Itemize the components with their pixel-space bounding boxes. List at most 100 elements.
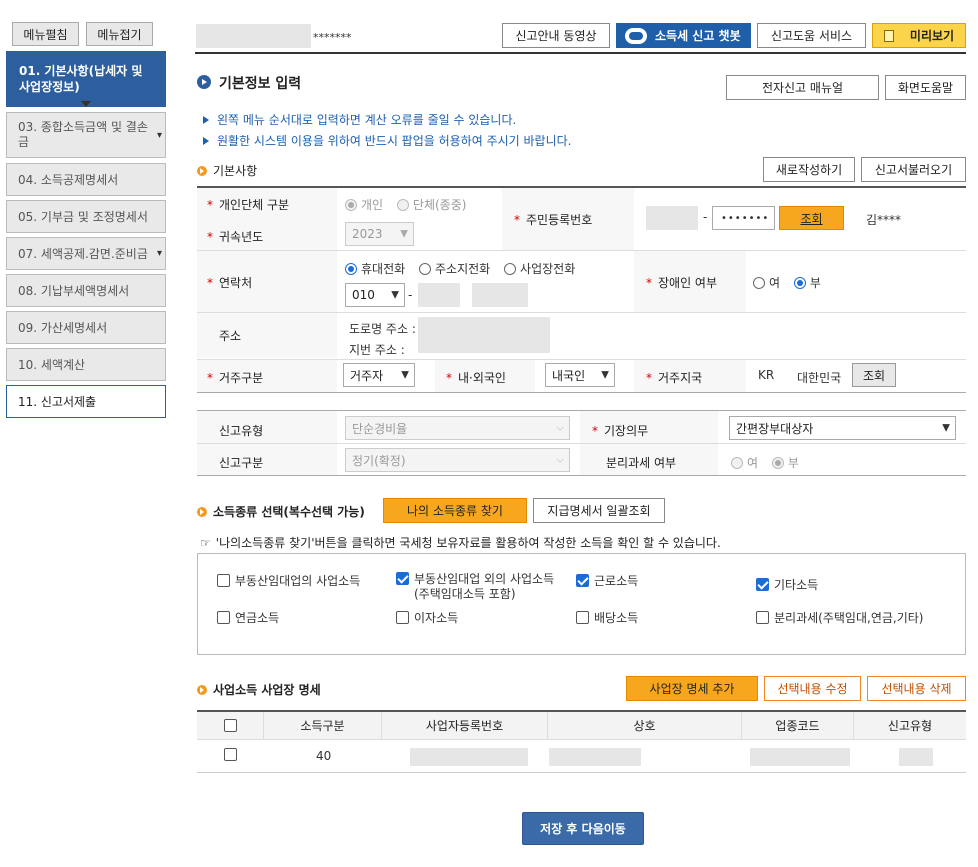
select-all-checkbox[interactable]	[223, 719, 237, 732]
sidebar-item-submit[interactable]: 11. 신고서제출	[6, 385, 166, 418]
sidebar-item-label: 07. 세액공제.감면.준비금	[18, 247, 148, 261]
checkbox-label: 기타소득	[774, 578, 819, 592]
sidebar-item-basic-info[interactable]: 01. 기본사항(납세자 및 사업장정보)	[6, 51, 166, 107]
checkbox[interactable]	[756, 578, 769, 591]
region-lookup-button[interactable]: 조회	[852, 363, 896, 387]
radio-label: 개인	[361, 198, 384, 212]
rrn-lookup-button[interactable]: 조회	[779, 206, 844, 230]
sidebar-item-donation[interactable]: 05. 기부금 및 조정명세서	[6, 200, 166, 233]
report-category-select[interactable]: 정기(확정) ⌵	[345, 448, 570, 472]
chatbot-button[interactable]: 소득세 신고 챗봇	[616, 23, 751, 48]
save-and-next-button[interactable]: 저장 후 다음이동	[522, 812, 644, 845]
income-type-separate[interactable]: 분리과세(주택임대,연금,기타)	[756, 609, 923, 626]
address-label: 주소	[219, 329, 242, 343]
sidebar-item-prepaid-tax[interactable]: 08. 기납부세액명세서	[6, 274, 166, 307]
payment-statement-lookup-button[interactable]: 지급명세서 일괄조회	[533, 498, 665, 523]
contact-radio-group[interactable]: 휴대전화 주소지전화 사업장전화	[345, 260, 575, 277]
bullet-arrow-icon	[203, 116, 209, 124]
sidebar-item-penalty-tax[interactable]: 09. 가산세명세서	[6, 311, 166, 344]
menu-collapse-button[interactable]: 메뉴접기	[86, 22, 153, 46]
income-type-business[interactable]: 부동산임대업 외의 사업소득 (주택임대소득 포함)	[396, 572, 554, 602]
label-column-bg	[197, 188, 337, 358]
checkbox[interactable]	[396, 611, 409, 624]
road-address-label: 도로명 주소 :	[349, 322, 416, 336]
income-type-interest[interactable]: 이자소득	[396, 609, 458, 626]
add-business-button[interactable]: 사업장 명세 추가	[626, 676, 758, 701]
phone-prefix-select[interactable]: 010 ▼	[345, 283, 405, 307]
e-filing-manual-button[interactable]: 전자신고 매뉴얼	[726, 75, 879, 100]
income-type-real-estate[interactable]: 부동산임대업의 사업소득	[217, 572, 360, 589]
screen-help-button[interactable]: 화면도움말	[885, 75, 966, 100]
phone-last-input[interactable]	[472, 283, 528, 307]
sidebar-item-income-deduction[interactable]: 04. 소득공제명세서	[6, 163, 166, 196]
rrn-front-input[interactable]	[646, 206, 698, 230]
income-type-earned[interactable]: 근로소득	[576, 572, 638, 589]
radio-separate-no[interactable]	[771, 457, 784, 469]
checkbox[interactable]	[756, 611, 769, 624]
section-bullet-icon	[197, 165, 207, 176]
sidebar-item-tax-credit[interactable]: 07. 세액공제.감면.준비금 ▾	[6, 237, 166, 270]
sidebar-item-total-income[interactable]: 03. 종합소득금액 및 결손금 ▾	[6, 112, 166, 158]
checkbox[interactable]	[217, 611, 230, 624]
find-income-type-button[interactable]: 나의 소득종류 찾기	[383, 498, 527, 523]
radio-separate-yes[interactable]	[731, 457, 743, 469]
residence-select[interactable]: 거주자 ▼	[343, 363, 415, 387]
info-text: 왼쪽 메뉴 순서대로 입력하면 계산 오류를 줄일 수 있습니다.	[217, 113, 517, 127]
report-type-select[interactable]: 단순경비율 ⌵	[345, 416, 570, 440]
row-divider	[197, 250, 966, 251]
business-section-title: 사업소득 사업장 명세	[197, 681, 321, 698]
radio-disabled-yes[interactable]	[753, 277, 765, 289]
separate-tax-radio-group[interactable]: 여 부	[731, 454, 799, 471]
checkbox-label: 분리과세(주택임대,연금,기타)	[774, 611, 924, 625]
table-bottom-border	[197, 392, 966, 393]
hint-text: '나의소득종류 찾기'버튼을 클릭하면 국세청 보유자료를 활용하여 작성한 소…	[215, 536, 721, 550]
radio-home-phone[interactable]	[419, 263, 431, 275]
radio-mobile[interactable]	[345, 263, 357, 275]
phone-dash: -	[408, 288, 413, 302]
region-code: KR	[758, 368, 775, 382]
edit-selected-button[interactable]: 선택내용 수정	[764, 676, 861, 701]
checkbox[interactable]	[396, 572, 409, 585]
checkbox-label: 근로소득	[594, 574, 639, 588]
income-type-dividend[interactable]: 배당소득	[576, 609, 638, 626]
nationality-select[interactable]: 내국인 ▼	[545, 363, 615, 387]
sidebar-item-tax-calc[interactable]: 10. 세액계산	[6, 348, 166, 381]
region-label: * 거주지국	[646, 371, 703, 385]
row-checkbox[interactable]	[224, 748, 237, 762]
checkbox[interactable]	[576, 574, 589, 587]
masked-text: *******	[313, 31, 352, 44]
income-type-other[interactable]: 기타소득	[756, 576, 818, 593]
chevron-down-icon: ▼	[400, 228, 408, 240]
year-select[interactable]: 2023 ▼	[345, 222, 414, 246]
preview-button[interactable]: 미리보기	[872, 23, 966, 48]
phone-middle-input[interactable]	[418, 283, 460, 307]
select-value: 거주자	[350, 368, 384, 383]
load-report-button[interactable]: 신고서불러오기	[861, 157, 966, 182]
disabled-radio-group[interactable]: 여 부	[753, 274, 821, 291]
menu-expand-button[interactable]: 메뉴펼침	[12, 22, 79, 46]
chatbot-icon	[625, 27, 647, 44]
radio-business-phone[interactable]	[504, 263, 517, 275]
rrn-back-input[interactable]: •••••••	[712, 206, 775, 230]
delete-selected-button[interactable]: 선택내용 삭제	[867, 676, 966, 701]
checkbox[interactable]	[217, 574, 230, 587]
checkbox[interactable]	[576, 611, 589, 624]
report-type-label: 신고유형	[219, 424, 264, 438]
radio-individual[interactable]	[345, 199, 357, 211]
person-type-radio-group[interactable]: 개인 단체(종중)	[345, 196, 466, 213]
radio-label: 부	[809, 276, 821, 290]
help-service-button[interactable]: 신고도움 서비스	[757, 23, 866, 48]
radio-disabled-no[interactable]	[793, 277, 806, 289]
bookkeeping-select[interactable]: 간편장부대상자 ▼	[729, 416, 956, 440]
row-report-type-masked	[899, 748, 933, 766]
report-category-label: 신고구분	[219, 456, 264, 470]
row-divider	[197, 359, 966, 360]
radio-group-entity[interactable]	[396, 199, 409, 211]
income-type-pension[interactable]: 연금소득	[217, 609, 279, 626]
new-write-button[interactable]: 새로작성하기	[763, 157, 855, 182]
disabled-label: * 장애인 여부	[646, 276, 718, 290]
guide-video-button[interactable]: 신고안내 동영상	[502, 23, 610, 48]
radio-label: 단체(종중)	[412, 198, 467, 212]
section-bullet-icon	[197, 684, 207, 695]
select-value: 내국인	[552, 368, 586, 383]
